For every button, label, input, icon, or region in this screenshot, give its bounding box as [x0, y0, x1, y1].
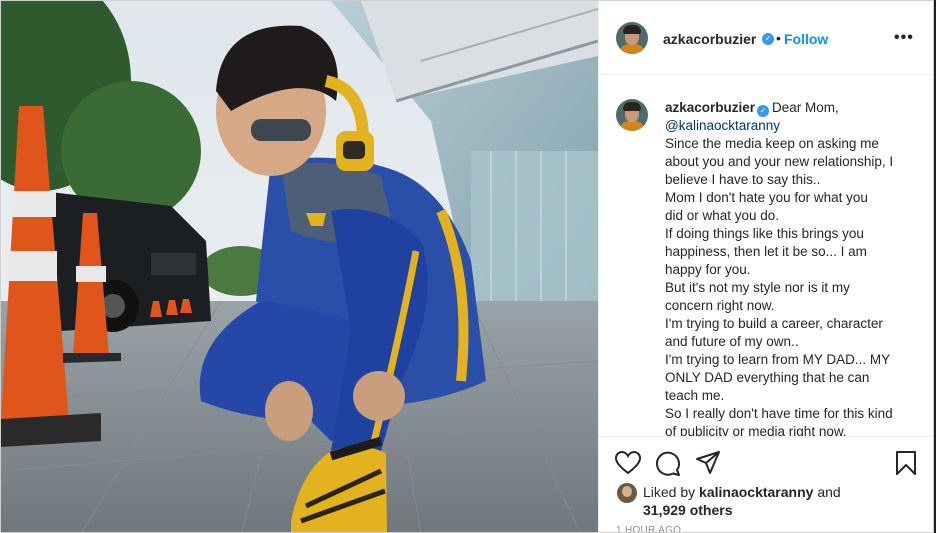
caption-line: I'm trying to learn from MY DAD... MY: [665, 352, 891, 367]
caption-line: believe I have to say this..: [665, 172, 821, 187]
caption-line: about you and your new relationship, I: [665, 154, 894, 169]
post-photo[interactable]: [1, 1, 598, 532]
caption-username[interactable]: azkacorbuzier: [665, 100, 755, 115]
verified-badge-icon: ✓: [757, 105, 770, 117]
caption-line: concern right now.: [665, 298, 775, 313]
caption-line: I'm trying to build a career, character: [665, 316, 883, 331]
caption-greeting: Dear Mom,: [772, 100, 839, 115]
caption-section: azkacorbuzier ✓ Dear Mom, @kalinaocktarann…: [599, 75, 933, 436]
caption-line: teach me.: [665, 388, 725, 403]
caption-line: But it's not my style nor is it my: [665, 280, 850, 295]
heart-icon[interactable]: [614, 450, 642, 480]
post-actions: Liked by kalinaocktaranny and 31,929 oth…: [599, 436, 933, 532]
follow-button[interactable]: Follow: [784, 31, 828, 47]
verified-badge-icon: ✓: [762, 33, 774, 45]
caption-line: did or what you do.: [665, 208, 780, 223]
mention-link[interactable]: @kalinaocktaranny: [665, 117, 917, 135]
likes-prefix: Liked by: [643, 484, 696, 500]
likes-summary: Liked by kalinaocktaranny and 31,929 oth…: [643, 483, 903, 519]
separator-dot: •: [776, 30, 781, 46]
post-side-panel: azkacorbuzier ✓ • Follow ••• azkacorbuzi…: [598, 1, 933, 532]
caption-line: and future of my own..: [665, 334, 799, 349]
caption-line: of publicity or media right now.: [665, 424, 847, 436]
caption-line: If doing things like this brings you: [665, 226, 864, 241]
likes-user-link[interactable]: kalinaocktaranny: [699, 484, 813, 500]
caption-text: azkacorbuzier ✓ Dear Mom, @kalinaocktarann…: [665, 99, 917, 436]
caption-line: Since the media keep on asking me: [665, 136, 879, 151]
post-header: azkacorbuzier ✓ • Follow •••: [599, 1, 933, 75]
bookmark-icon[interactable]: [895, 450, 917, 481]
likes-count-link[interactable]: 31,929 others: [643, 502, 733, 518]
caption-line: So I really don't have time for this kin…: [665, 406, 893, 421]
caption-line: ONLY DAD everything that he can: [665, 370, 870, 385]
paper-plane-icon[interactable]: [695, 450, 721, 481]
caption-avatar[interactable]: [616, 99, 648, 131]
post-timestamp[interactable]: 1 HOUR AGO: [616, 525, 681, 532]
comment-icon[interactable]: [655, 451, 681, 482]
caption-line: Mom I don't hate you for what you: [665, 190, 868, 205]
likes-and: and: [817, 484, 841, 500]
avatar[interactable]: [616, 22, 648, 54]
liked-by-avatar[interactable]: [617, 483, 637, 503]
caption-line: happiness, then let it be so... I am: [665, 244, 867, 259]
instagram-post: azkacorbuzier ✓ • Follow ••• azkacorbuzi…: [0, 0, 934, 533]
caption-line: happy for you.: [665, 262, 751, 277]
more-options-icon[interactable]: •••: [894, 29, 924, 49]
photo-illustration: [1, 1, 598, 532]
header-username[interactable]: azkacorbuzier: [663, 31, 756, 47]
